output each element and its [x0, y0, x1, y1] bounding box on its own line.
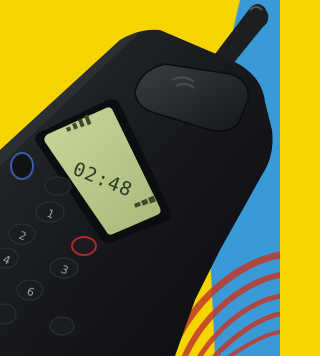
key-extra	[49, 316, 75, 336]
phone-photo-illustration: 1 2 3 4 6	[0, 0, 280, 356]
product-photo: 1 2 3 4 6 02:48	[0, 0, 280, 356]
key-up	[44, 176, 72, 196]
end-key	[71, 236, 97, 256]
send-key	[10, 152, 34, 180]
